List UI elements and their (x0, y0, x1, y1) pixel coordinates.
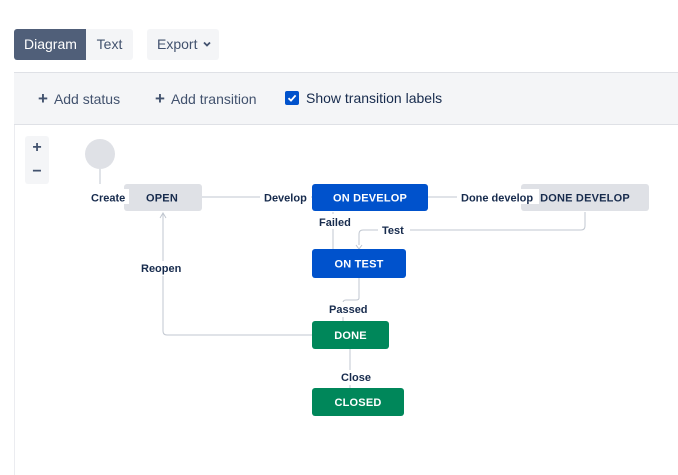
workflow-diagram: OPEN ON DEVELOP DONE DEVELOP ON TEST DON… (85, 139, 649, 416)
status-done[interactable]: DONE (312, 321, 389, 349)
status-closed[interactable]: CLOSED (312, 388, 404, 416)
transition-failed-label[interactable]: Failed (319, 217, 351, 229)
transition-passed-label[interactable]: Passed (329, 304, 368, 316)
status-done-label: DONE (334, 330, 367, 342)
status-on-develop[interactable]: ON DEVELOP (312, 184, 428, 211)
transition-develop-label[interactable]: Develop (264, 193, 307, 205)
transition-done-develop-label[interactable]: Done develop (461, 193, 533, 205)
transition-reopen-label[interactable]: Reopen (141, 263, 182, 275)
status-on-test[interactable]: ON TEST (312, 249, 406, 278)
transition-close-label[interactable]: Close (341, 372, 371, 384)
start-node[interactable] (85, 139, 115, 169)
status-open[interactable]: OPEN (124, 184, 202, 211)
status-done-develop-label: DONE DEVELOP (540, 193, 630, 205)
status-closed-label: CLOSED (334, 397, 381, 409)
status-done-develop[interactable]: DONE DEVELOP (521, 184, 649, 211)
test-arrow (355, 244, 363, 250)
transition-labels: Create Develop Done develop Failed Test … (86, 189, 539, 385)
transition-create-label[interactable]: Create (91, 193, 125, 205)
status-on-develop-label: ON DEVELOP (333, 193, 407, 205)
transition-test-label[interactable]: Test (382, 225, 404, 237)
status-on-test-label: ON TEST (334, 259, 383, 271)
status-open-label: OPEN (146, 193, 178, 205)
